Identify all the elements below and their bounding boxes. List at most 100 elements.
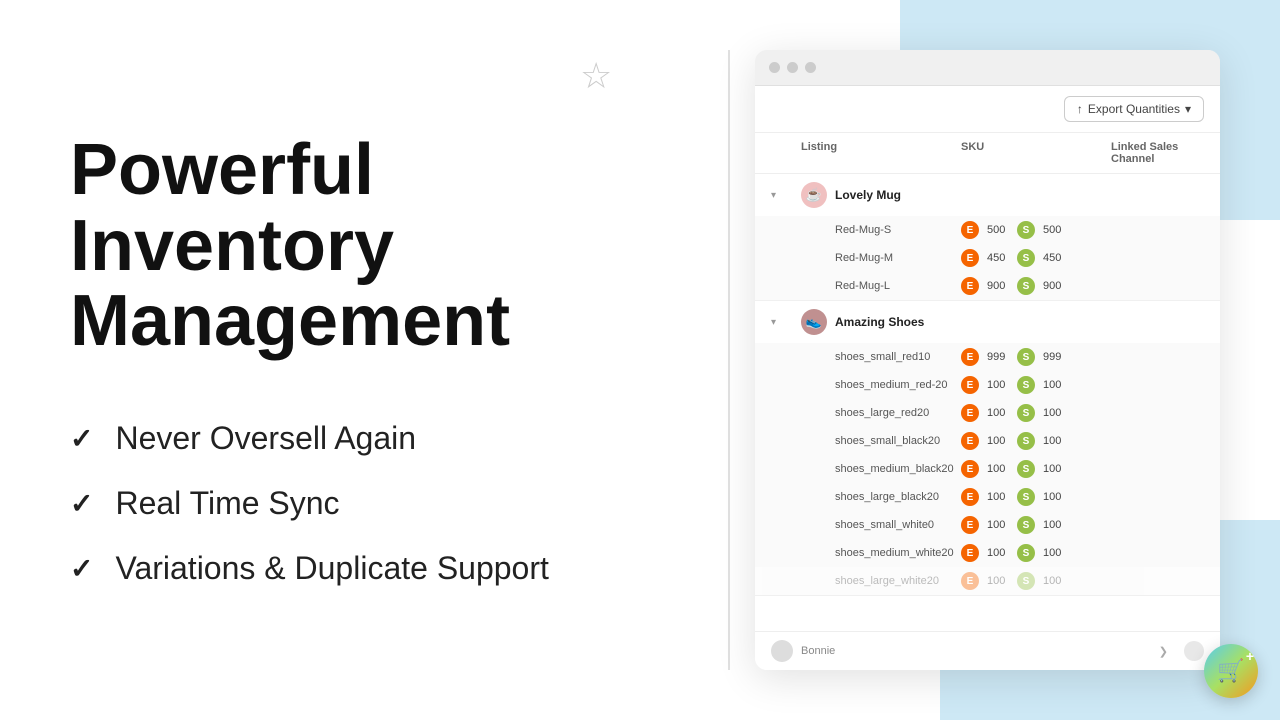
inventory-table: ▾ ☕ Lovely Mug Red-Mug-S E [755,174,1220,631]
shopify-qty-1-1: 500 [1043,224,1067,236]
product-name-1: Lovely Mug [835,188,901,202]
footer-name: Bonnie [801,645,835,657]
product-thumb-2: 👟 [801,309,827,335]
channel-cell-2-6: E 100 S 100 [961,488,1204,506]
sku-text-2-8: shoes_medium_white20 [801,547,961,559]
shopify-icon-2-7: S [1017,516,1035,534]
feature-text-3: Variations & Duplicate Support [115,550,548,587]
etsy-qty-2-6: 100 [987,491,1011,503]
feature-text-1: Never Oversell Again [115,420,416,457]
product-name-cell-2: 👟 Amazing Shoes [801,309,961,335]
sku-row-1-1: Red-Mug-S E 500 S 500 [755,216,1220,244]
shopify-icon-2-8: S [1017,544,1035,562]
etsy-qty-1-1: 500 [987,224,1011,236]
shopify-qty-2-2: 100 [1043,379,1067,391]
feature-text-2: Real Time Sync [115,485,339,522]
sku-text-2-5: shoes_medium_black20 [801,463,961,475]
sku-text-1-3: Red-Mug-L [801,280,961,292]
channel-cell-2-8: E 100 S 100 [961,544,1204,562]
col-expand [771,141,801,165]
etsy-qty-2-5: 100 [987,463,1011,475]
channel-cell-2-2: E 100 S 100 [961,376,1204,394]
etsy-qty-2-1: 999 [987,351,1011,363]
shopify-qty-2-8: 100 [1043,547,1067,559]
cart-plus-icon: + [1246,648,1254,664]
etsy-icon-1-2: E [961,249,979,267]
footer-thumb [771,640,793,662]
table-footer: Bonnie ❯ [755,631,1220,670]
sku-row-2-5: shoes_medium_black20 E 100 S 100 [755,455,1220,483]
main-title-line1: Powerful Inventory [70,130,394,286]
product-group-1: ▾ ☕ Lovely Mug Red-Mug-S E [755,174,1220,301]
sku-row-2-9: shoes_large_white20 E 100 S 100 [755,567,1220,595]
shopify-icon-2-6: S [1017,488,1035,506]
channel-cell-1-3: E 900 S 900 [961,277,1204,295]
shopify-icon-1-3: S [1017,277,1035,295]
etsy-icon-2-4: E [961,432,979,450]
col-sku: SKU [961,141,1111,165]
browser-dot-3 [805,62,816,73]
shopify-qty-2-7: 100 [1043,519,1067,531]
shopify-qty-2-6: 100 [1043,491,1067,503]
cart-fab[interactable]: 🛒 + [1204,644,1258,698]
sku-text-2-1: shoes_small_red10 [801,351,961,363]
etsy-qty-1-2: 450 [987,252,1011,264]
sku-text-2-7: shoes_small_white0 [801,519,961,531]
sku-text-2-3: shoes_large_red20 [801,407,961,419]
etsy-icon-2-8: E [961,544,979,562]
main-title-line2: Management [70,281,510,361]
sku-row-2-6: shoes_large_black20 E 100 S 100 [755,483,1220,511]
feature-item-3: ✓ Variations & Duplicate Support [70,550,670,587]
etsy-qty-2-2: 100 [987,379,1011,391]
etsy-qty-2-7: 100 [987,519,1011,531]
sku-text-2-2: shoes_medium_red-20 [801,379,961,391]
shopify-qty-2-3: 100 [1043,407,1067,419]
etsy-icon-1-1: E [961,221,979,239]
export-button[interactable]: ↑ Export Quantities ▾ [1064,96,1204,122]
product-name-2: Amazing Shoes [835,315,924,329]
sku-row-2-2: shoes_medium_red-20 E 100 S 100 [755,371,1220,399]
shopify-icon-1-2: S [1017,249,1035,267]
etsy-icon-1-3: E [961,277,979,295]
feature-item-2: ✓ Real Time Sync [70,485,670,522]
sku-text-2-6: shoes_large_black20 [801,491,961,503]
channel-cell-1-2: E 450 S 450 [961,249,1204,267]
sku-row-2-8: shoes_medium_white20 E 100 S 100 [755,539,1220,567]
etsy-icon-2-7: E [961,516,979,534]
etsy-icon-2-6: E [961,488,979,506]
sku-row-2-1: shoes_small_red10 E 999 S 999 [755,343,1220,371]
product-row-1: ▾ ☕ Lovely Mug [755,174,1220,216]
inventory-toolbar: ↑ Export Quantities ▾ [755,86,1220,133]
product-group-2: ▾ 👟 Amazing Shoes shoes_small_red10 [755,301,1220,596]
col-channel: Linked Sales Channel [1111,141,1204,165]
sku-text-2-9: shoes_large_white20 [801,575,961,587]
shopify-icon-2-3: S [1017,404,1035,422]
browser-titlebar [755,50,1220,86]
channel-cell-1-1: E 500 S 500 [961,221,1204,239]
left-panel: Powerful Inventory Management ✓ Never Ov… [0,0,740,720]
channel-cell-2-1: E 999 S 999 [961,348,1204,366]
table-header: Listing SKU Linked Sales Channel [755,133,1220,174]
channel-cell-2-3: E 100 S 100 [961,404,1204,422]
expand-1[interactable]: ▾ [771,190,801,201]
expand-2[interactable]: ▾ [771,317,801,328]
product-name-cell-1: ☕ Lovely Mug [801,182,961,208]
feature-item-1: ✓ Never Oversell Again [70,420,670,457]
etsy-qty-2-9: 100 [987,575,1011,587]
shopify-icon-1-1: S [1017,221,1035,239]
etsy-qty-2-4: 100 [987,435,1011,447]
channel-cell-2-5: E 100 S 100 [961,460,1204,478]
shopify-qty-1-2: 450 [1043,252,1067,264]
export-arrow: ▾ [1185,102,1191,116]
star-icon: ☆ [580,55,612,97]
footer-arrow: ❯ [1159,645,1168,658]
etsy-qty-2-3: 100 [987,407,1011,419]
etsy-icon-2-1: E [961,348,979,366]
shopify-icon-2-1: S [1017,348,1035,366]
shopify-icon-2-5: S [1017,460,1035,478]
shopify-qty-2-9: 100 [1043,575,1067,587]
etsy-icon-2-2: E [961,376,979,394]
sku-text-2-4: shoes_small_black20 [801,435,961,447]
browser-dot-1 [769,62,780,73]
etsy-icon-2-5: E [961,460,979,478]
